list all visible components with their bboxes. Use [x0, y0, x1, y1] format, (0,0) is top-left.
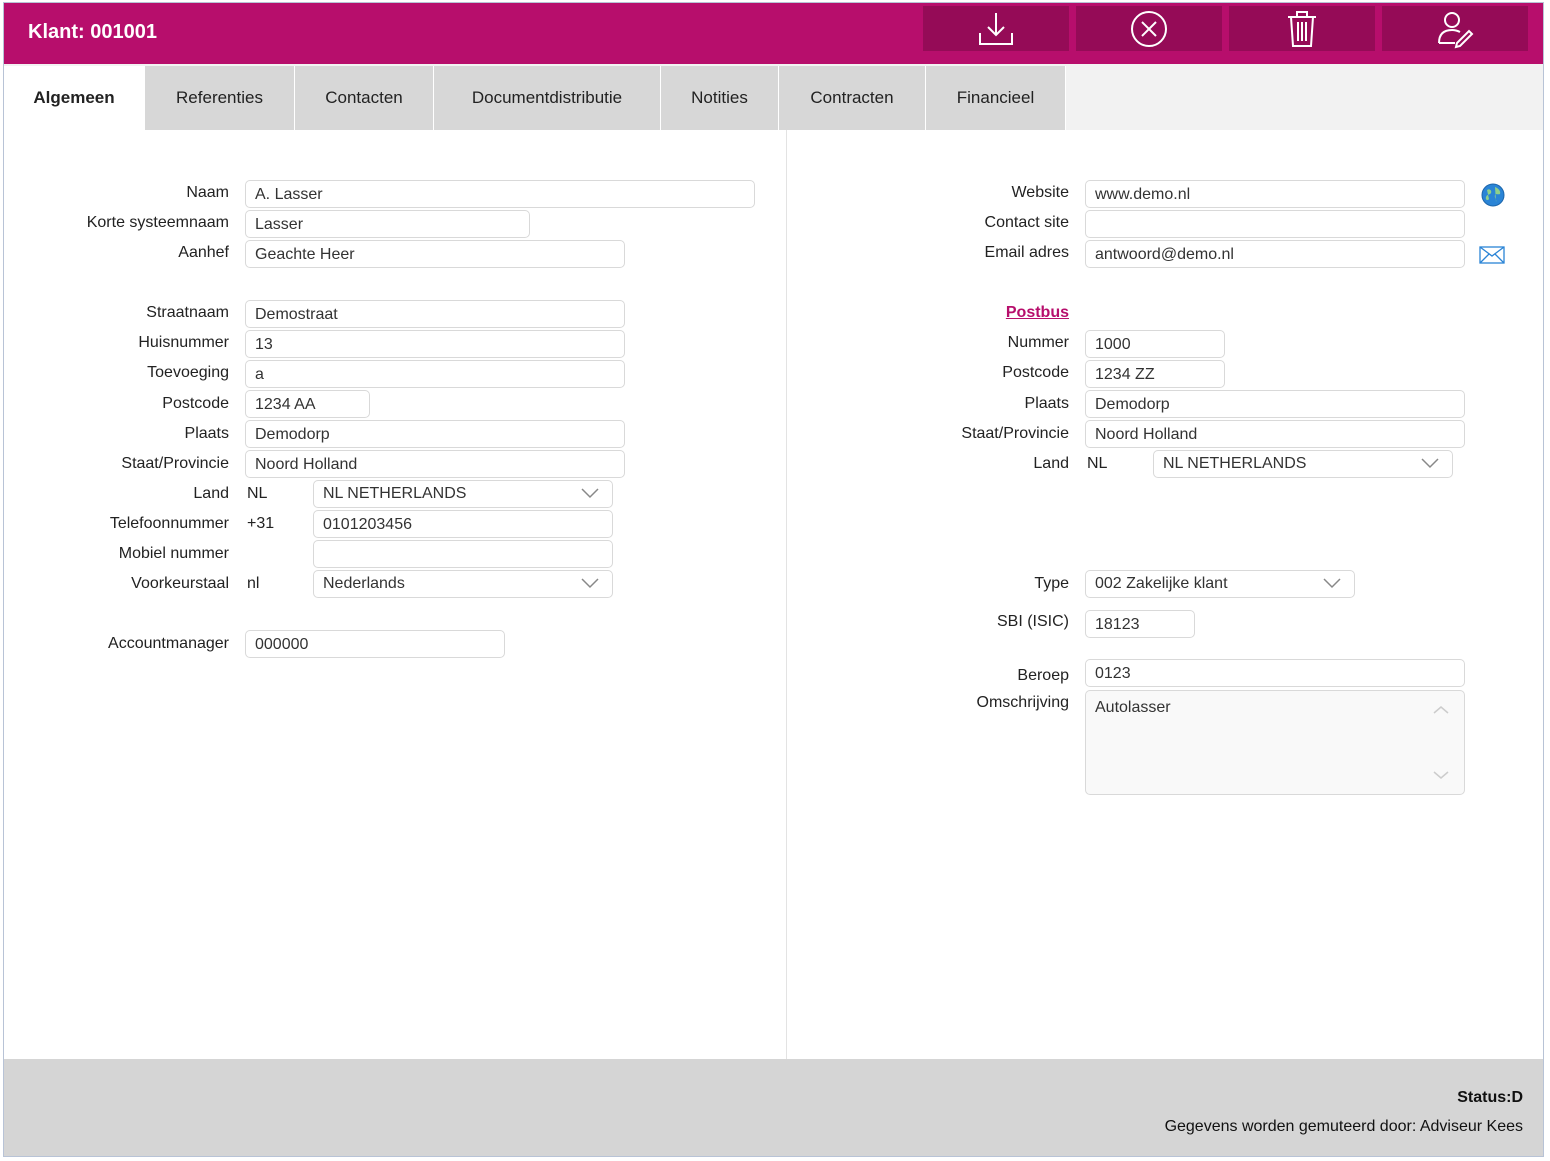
scroll-down-icon[interactable]	[1432, 770, 1450, 780]
land-select[interactable]: NL NETHERLANDS	[313, 480, 613, 508]
land-label: Land	[193, 485, 229, 502]
chevron-down-icon	[581, 488, 599, 499]
tab-bar: Algemeen Referenties Contacten Documentd…	[4, 64, 1543, 130]
footer-bar: Status:D Gegevens worden gemuteerd door:…	[4, 1059, 1543, 1156]
postbus-link[interactable]: Postbus	[849, 304, 1069, 322]
omschrijving-value: Autolasser	[1095, 699, 1171, 716]
globe-icon[interactable]	[1480, 182, 1506, 208]
user-edit-icon	[1438, 11, 1474, 48]
download-icon	[979, 12, 1013, 45]
postbus-plaats-input[interactable]	[1085, 390, 1465, 418]
telefoonnummer-label: Telefoonnummer	[109, 515, 229, 532]
chevron-down-icon	[1421, 458, 1439, 469]
postcode-input[interactable]	[245, 390, 370, 418]
sbi-input[interactable]	[1085, 610, 1195, 638]
scroll-up-icon[interactable]	[1432, 705, 1450, 715]
plaats-label: Plaats	[184, 425, 229, 442]
postbus-land-select-value: NL NETHERLANDS	[1163, 455, 1307, 472]
contact-site-input[interactable]	[1085, 210, 1465, 238]
postbus-plaats-label: Plaats	[1024, 395, 1069, 412]
voorkeurstaal-select[interactable]: Nederlands	[313, 570, 613, 598]
voorkeurstaal-label: Voorkeurstaal	[131, 575, 229, 592]
type-select-value: 002 Zakelijke klant	[1095, 575, 1228, 592]
tab-contacten[interactable]: Contacten	[295, 66, 434, 130]
customer-window: Klant: 001001 Algemeen Referenties Conta…	[3, 2, 1544, 1157]
huisnummer-input[interactable]	[245, 330, 625, 358]
tab-financieel[interactable]: Financieel	[926, 66, 1066, 130]
status-text: Status:D	[1457, 1089, 1523, 1106]
column-divider	[786, 130, 787, 1059]
edit-user-button[interactable]	[1382, 6, 1528, 51]
tab-contracten[interactable]: Contracten	[779, 66, 926, 130]
aanhef-label: Aanhef	[178, 244, 229, 261]
contact-site-label: Contact site	[984, 214, 1069, 231]
postbus-postcode-input[interactable]	[1085, 360, 1225, 388]
postbus-staat-input[interactable]	[1085, 420, 1465, 448]
telefoonnummer-input[interactable]	[313, 510, 613, 538]
website-input[interactable]	[1085, 180, 1465, 208]
beroep-label: Beroep	[1017, 667, 1069, 684]
close-circle-icon	[1131, 10, 1167, 47]
type-label: Type	[1034, 575, 1069, 592]
chevron-down-icon	[581, 578, 599, 589]
staat-provincie-label: Staat/Provincie	[121, 455, 229, 472]
accountmanager-label: Accountmanager	[108, 635, 229, 652]
staat-provincie-input[interactable]	[245, 450, 625, 478]
omschrijving-label: Omschrijving	[976, 694, 1069, 711]
sbi-label: SBI (ISIC)	[996, 613, 1069, 630]
delete-button[interactable]	[1229, 6, 1375, 51]
naam-input[interactable]	[245, 180, 755, 208]
mobiel-nummer-label: Mobiel nummer	[118, 545, 229, 562]
download-button[interactable]	[923, 6, 1069, 51]
korte-systeemnaam-label: Korte systeemnaam	[86, 214, 229, 231]
aanhef-input[interactable]	[245, 240, 625, 268]
straatnaam-input[interactable]	[245, 300, 625, 328]
postbus-staat-label: Staat/Provincie	[961, 425, 1069, 442]
postbus-nummer-input[interactable]	[1085, 330, 1225, 358]
postbus-land-code: NL	[1087, 455, 1108, 472]
trash-icon	[1288, 10, 1316, 47]
header-bar: Klant: 001001	[4, 3, 1543, 64]
toevoeging-label: Toevoeging	[147, 364, 229, 381]
tab-notities[interactable]: Notities	[661, 66, 779, 130]
beroep-input[interactable]	[1085, 659, 1465, 687]
postbus-land-label: Land	[1033, 455, 1069, 472]
cancel-button[interactable]	[1076, 6, 1222, 51]
email-label: Email adres	[984, 244, 1069, 261]
voorkeurstaal-select-value: Nederlands	[323, 575, 405, 592]
tab-algemeen[interactable]: Algemeen	[4, 66, 145, 130]
tab-referenties[interactable]: Referenties	[145, 66, 295, 130]
mail-icon[interactable]	[1479, 246, 1505, 264]
telefoon-prefix: +31	[247, 515, 275, 532]
land-code: NL	[247, 485, 268, 502]
accountmanager-input[interactable]	[245, 630, 505, 658]
naam-label: Naam	[186, 184, 229, 201]
omschrijving-textarea[interactable]: Autolasser	[1085, 690, 1465, 795]
mutated-by-text: Gegevens worden gemuteerd door: Adviseur…	[1164, 1118, 1523, 1135]
postbus-nummer-label: Nummer	[1007, 334, 1069, 351]
straatnaam-label: Straatnaam	[146, 304, 229, 321]
email-input[interactable]	[1085, 240, 1465, 268]
toevoeging-input[interactable]	[245, 360, 625, 388]
huisnummer-label: Huisnummer	[138, 334, 229, 351]
mobiel-nummer-input[interactable]	[313, 540, 613, 568]
website-label: Website	[1011, 184, 1069, 201]
plaats-input[interactable]	[245, 420, 625, 448]
chevron-down-icon	[1323, 578, 1341, 589]
land-select-value: NL NETHERLANDS	[323, 485, 467, 502]
taal-code: nl	[247, 575, 260, 592]
postbus-postcode-label: Postcode	[1002, 364, 1069, 381]
type-select[interactable]: 002 Zakelijke klant	[1085, 570, 1355, 598]
postcode-label: Postcode	[162, 395, 229, 412]
postbus-land-select[interactable]: NL NETHERLANDS	[1153, 450, 1453, 478]
page-title: Klant: 001001	[28, 21, 157, 43]
tab-documentdistributie[interactable]: Documentdistributie	[434, 66, 661, 130]
korte-systeemnaam-input[interactable]	[245, 210, 530, 238]
